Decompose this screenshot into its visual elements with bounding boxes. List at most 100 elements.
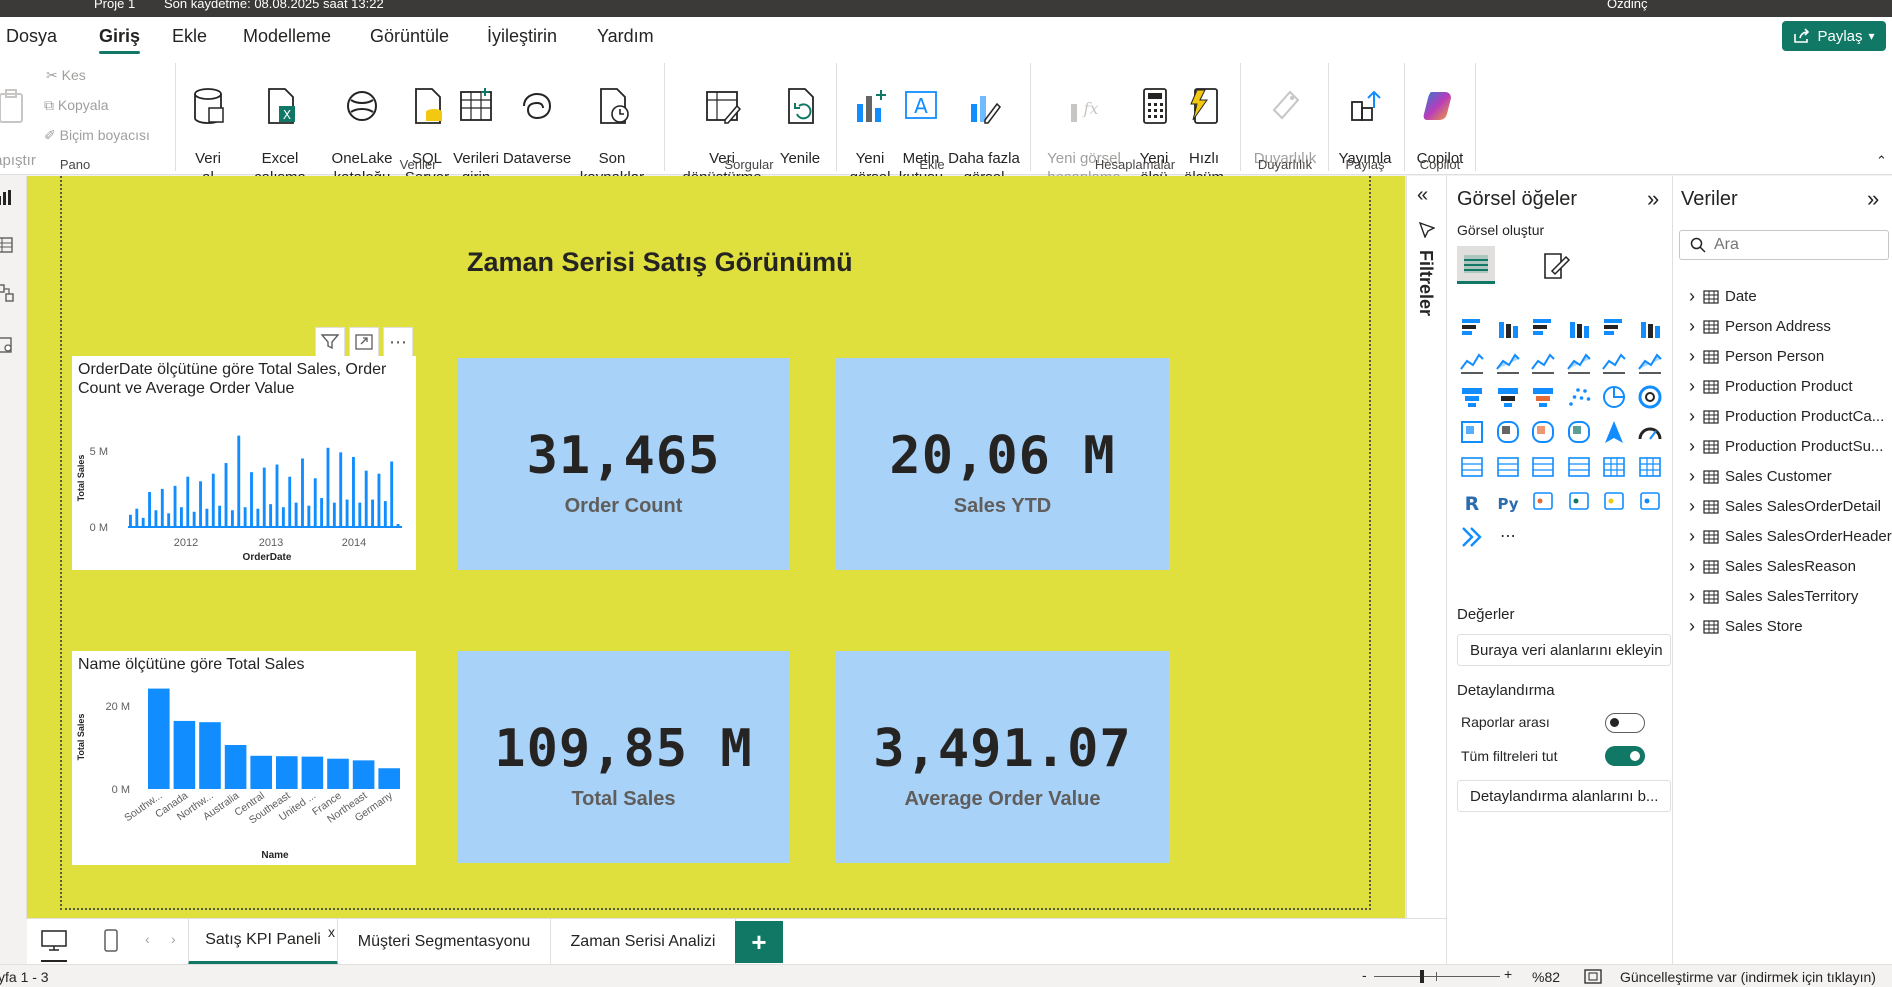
quick-measure-button[interactable]: Hızlı ölçüm (1180, 67, 1228, 187)
enter-data-button[interactable]: Verileri girin (451, 67, 501, 187)
zoom-out-button[interactable]: - (1362, 967, 1367, 983)
visual-type-icon[interactable] (1601, 349, 1627, 375)
chart-bar[interactable] (326, 447, 330, 527)
visual-type-icon[interactable] (1459, 419, 1485, 445)
copy-button[interactable]: ⧉ Kopyala (44, 97, 108, 114)
refresh-button[interactable]: Yenile (774, 67, 826, 168)
paste-button[interactable]: apıştır (0, 69, 40, 170)
chart-bar[interactable] (141, 517, 145, 527)
visual-type-icon[interactable] (1459, 349, 1485, 375)
chart-bar[interactable] (320, 498, 324, 527)
table-view-icon[interactable] (0, 236, 14, 254)
visual-type-icon[interactable] (1566, 454, 1592, 480)
visual-type-icon[interactable] (1637, 314, 1663, 340)
chart-bar[interactable] (154, 510, 158, 527)
copilot-button[interactable]: Copilot (1410, 67, 1470, 168)
visual-type-icon[interactable] (1637, 384, 1663, 410)
expand-filters-icon[interactable]: « (1417, 184, 1428, 207)
more-options-button[interactable]: ⋯ (383, 327, 413, 357)
new-visual-button[interactable]: Yeni görsel (846, 67, 894, 187)
chart-bar[interactable] (371, 499, 375, 527)
visual-type-icon[interactable] (1459, 524, 1485, 550)
visual-type-icon[interactable] (1637, 454, 1663, 480)
visual-type-icon[interactable] (1566, 489, 1592, 515)
chart-bar[interactable] (205, 508, 209, 527)
menu-home[interactable]: Giriş (99, 26, 141, 54)
chevron-right-icon[interactable]: › (1689, 556, 1697, 577)
zoom-slider[interactable] (1374, 976, 1500, 977)
card-average-order-value[interactable]: 3,491.07 Average Order Value (836, 651, 1169, 863)
visual-type-icon[interactable] (1530, 489, 1556, 515)
chart-bar[interactable] (237, 435, 241, 527)
focus-mode-button[interactable] (349, 327, 379, 357)
card-sales-ytd[interactable]: 20,06 M Sales YTD (836, 358, 1169, 570)
visual-type-icon[interactable] (1637, 489, 1663, 515)
chart-bar[interactable] (352, 456, 355, 527)
chevron-right-icon[interactable]: › (1689, 346, 1697, 367)
chart-bar[interactable] (224, 745, 247, 789)
chart-bar[interactable] (358, 502, 362, 527)
model-view-icon[interactable] (0, 284, 14, 302)
chevron-right-icon[interactable]: › (1689, 616, 1697, 637)
chevron-right-icon[interactable]: › (1689, 466, 1697, 487)
visual-type-icon[interactable] (1530, 349, 1556, 375)
name-chart-visual[interactable]: Name ölçütüne göre Total Sales 20 M0 M To… (72, 651, 416, 865)
chart-bar[interactable] (339, 452, 343, 527)
visual-type-icon[interactable] (1495, 454, 1521, 480)
chart-bar[interactable] (377, 473, 381, 527)
visual-type-icon[interactable] (1530, 314, 1556, 340)
filters-pane[interactable]: « Filtreler (1406, 176, 1446, 919)
card-total-sales[interactable]: 109,85 M Total Sales (457, 651, 790, 863)
visual-type-icon[interactable]: Py (1495, 489, 1521, 515)
menu-help[interactable]: Yardım (597, 26, 654, 47)
menu-optimize[interactable]: İyileştirin (487, 26, 557, 47)
dataverse-button[interactable]: Dataverse (500, 67, 574, 168)
chart-bar[interactable] (211, 473, 215, 527)
chart-bar[interactable] (250, 472, 253, 527)
chevron-right-icon[interactable]: › (1689, 526, 1697, 547)
chart-bar[interactable] (129, 514, 132, 527)
collapse-ribbon-icon[interactable]: ⌃ (1876, 153, 1887, 169)
chart-bar[interactable] (262, 467, 266, 527)
chart-bar[interactable] (243, 507, 247, 527)
visual-type-icon[interactable] (1566, 349, 1592, 375)
tab-satis-kpi-paneli[interactable]: Satış KPI Paneli (188, 919, 338, 965)
get-data-button[interactable]: Veri al (186, 67, 230, 187)
table-item[interactable]: › Production Product (1689, 376, 1853, 397)
publish-button[interactable]: Yayımla (1334, 67, 1396, 168)
menu-file[interactable]: Dosya (6, 26, 57, 47)
chart-bar[interactable] (269, 504, 273, 527)
chart-bar[interactable] (148, 688, 170, 789)
chart-bar[interactable] (199, 722, 221, 789)
share-button[interactable]: Paylaş ▾ (1782, 21, 1886, 51)
fit-to-page-icon[interactable] (1584, 969, 1602, 984)
chart-bar[interactable] (160, 488, 164, 527)
chart-bar[interactable] (230, 510, 234, 527)
table-item[interactable]: › Sales SalesOrderDetail (1689, 496, 1881, 517)
chart-bar[interactable] (256, 508, 260, 527)
visual-type-icon[interactable] (1601, 489, 1627, 515)
search-input[interactable] (1714, 236, 1874, 254)
table-item[interactable]: › Sales SalesTerritory (1689, 586, 1858, 607)
chart-bar[interactable] (173, 720, 196, 789)
chart-bar[interactable] (173, 485, 177, 527)
collapse-pane-icon[interactable]: » (1867, 186, 1879, 212)
data-search-box[interactable] (1679, 230, 1889, 260)
scroll-tabs-left-icon[interactable]: ‹ (145, 931, 150, 947)
table-item[interactable]: › Sales Store (1689, 616, 1803, 637)
chart-bar[interactable] (250, 755, 272, 789)
chart-bar[interactable] (301, 756, 324, 789)
chevron-right-icon[interactable]: › (1689, 406, 1697, 427)
report-view-icon[interactable] (0, 188, 14, 206)
menu-modeling[interactable]: Modelleme (243, 26, 331, 47)
zoom-in-button[interactable]: + (1504, 966, 1512, 982)
recent-sources-button[interactable]: Son kaynaklar (574, 67, 650, 187)
filter-visual-button[interactable] (315, 327, 345, 357)
close-tab-icon[interactable]: x (328, 924, 335, 940)
update-notification-link[interactable]: Güncelleştirme var (indirmek için tıklay… (1620, 969, 1876, 985)
chart-bar[interactable] (352, 760, 375, 789)
values-drop-zone[interactable]: Buraya veri alanlarını ekleyin (1457, 634, 1671, 666)
chart-bar[interactable] (135, 508, 139, 527)
chevron-right-icon[interactable]: › (1689, 286, 1697, 307)
chart-bar[interactable] (307, 505, 311, 527)
